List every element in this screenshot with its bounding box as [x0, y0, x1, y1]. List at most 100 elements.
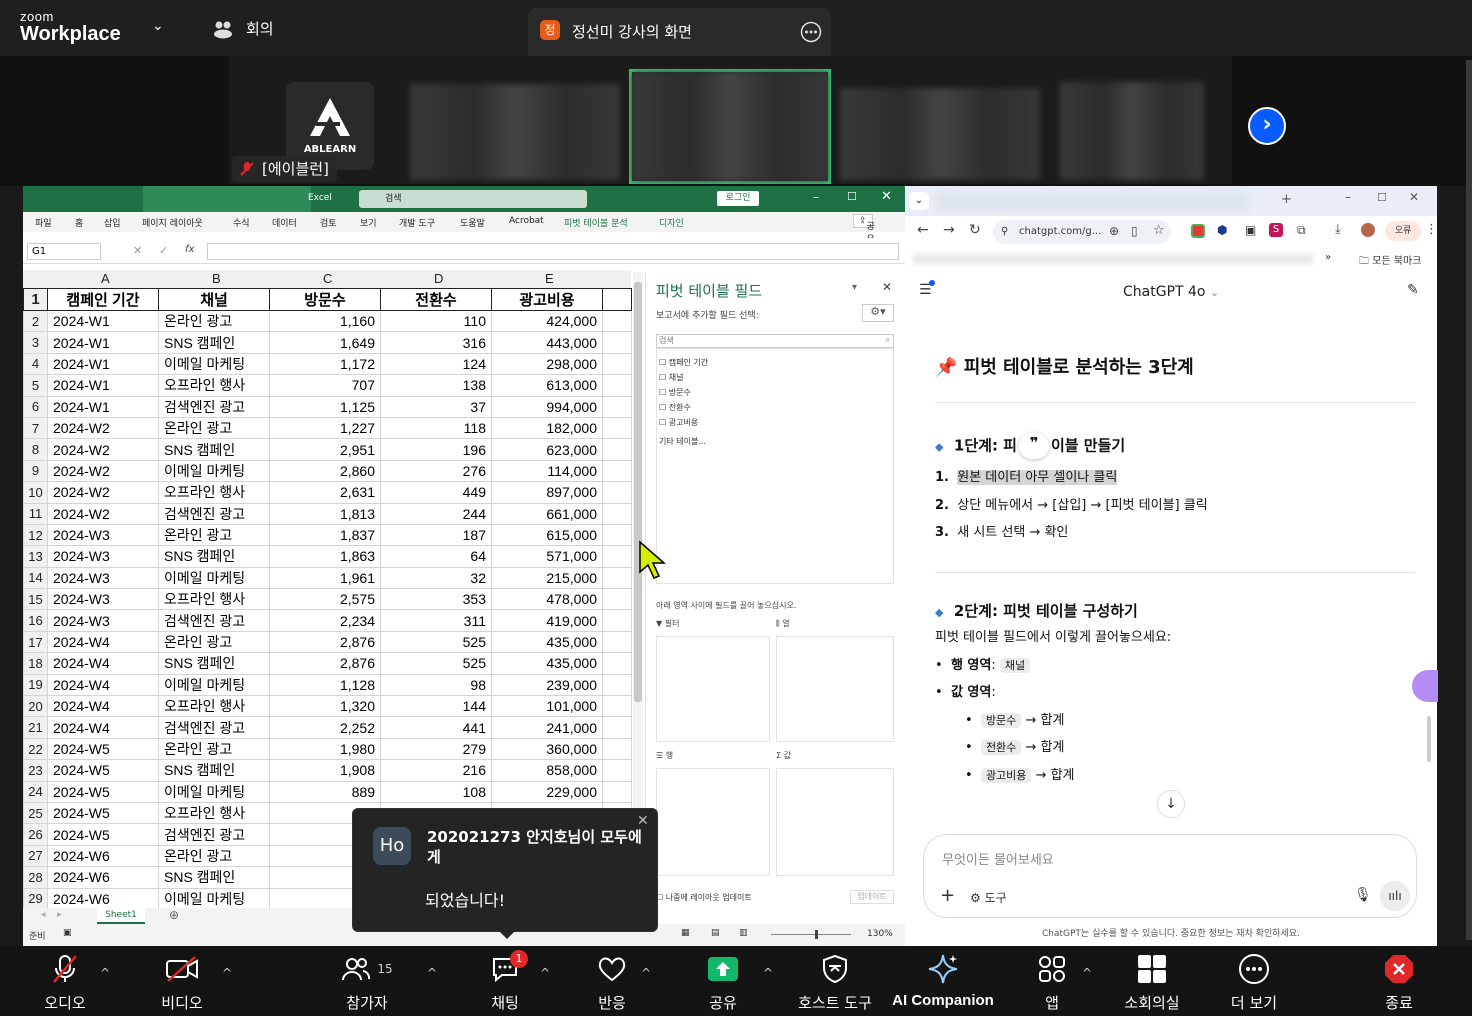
empty-cell[interactable]	[602, 523, 632, 547]
page-layout-icon[interactable]: ▤	[711, 928, 720, 938]
data-cell[interactable]: 2024-W6	[47, 887, 159, 910]
data-cell[interactable]: 229,000	[491, 780, 603, 803]
share-screen-button[interactable]: 공유	[668, 952, 778, 1013]
data-cell[interactable]: 571,000	[491, 545, 603, 568]
row-number[interactable]: 12	[23, 523, 48, 547]
more-options-icon[interactable]	[800, 21, 822, 43]
data-cell[interactable]: 118	[380, 416, 492, 440]
table-row[interactable]: 18 2024-W4 SNS 캠페인 2,876 525 435,000	[23, 652, 632, 675]
col-letter-b[interactable]: B	[212, 271, 221, 286]
data-cell[interactable]: 1,125	[269, 395, 381, 418]
extension-icon[interactable]: ▣	[1245, 223, 1256, 237]
row-number[interactable]: 24	[23, 780, 48, 803]
empty-cell[interactable]	[602, 695, 632, 718]
data-cell[interactable]: 1,160	[269, 309, 381, 333]
profile-avatar[interactable]	[1361, 223, 1375, 237]
data-cell[interactable]: 2,234	[269, 609, 381, 632]
data-cell[interactable]: 2,876	[269, 630, 381, 654]
data-cell[interactable]: 검색엔진 광고	[158, 609, 270, 632]
extension-icon[interactable]	[1191, 224, 1205, 238]
table-row[interactable]: 23 2024-W5 SNS 캠페인 1,908 216 858,000	[23, 759, 632, 782]
minimize-icon[interactable]: –	[813, 190, 819, 204]
data-cell[interactable]: 온라인 광고	[158, 309, 270, 333]
data-cell[interactable]: 이메일 마케팅	[158, 887, 270, 910]
table-row[interactable]: 17 2024-W4 온라인 광고 2,876 525 435,000	[23, 630, 632, 654]
empty-cell[interactable]	[602, 545, 632, 568]
row-number[interactable]: 29	[23, 887, 48, 910]
empty-cell[interactable]	[602, 309, 632, 333]
col-letter-a[interactable]: A	[101, 271, 110, 286]
data-cell[interactable]: 2,951	[269, 438, 381, 461]
empty-cell[interactable]	[602, 566, 632, 590]
data-cell[interactable]: SNS 캠페인	[158, 866, 270, 889]
data-cell[interactable]: 온라인 광고	[158, 416, 270, 440]
ribbon-tab-view[interactable]: 보기	[360, 216, 377, 229]
empty-cell[interactable]	[602, 673, 632, 697]
data-cell[interactable]: 1,320	[269, 695, 381, 718]
table-row[interactable]: 5 2024-W1 오프라인 행사 707 138 613,000	[23, 374, 632, 397]
data-cell[interactable]: 1,961	[269, 566, 381, 590]
columns-drop-area[interactable]	[776, 636, 894, 742]
table-row[interactable]: 4 2024-W1 이메일 마케팅 1,172 124 298,000	[23, 352, 632, 376]
field-item[interactable]: ☐ 광고비용	[657, 417, 893, 428]
data-cell[interactable]: 360,000	[491, 737, 603, 761]
data-cell[interactable]: 오프라인 행사	[158, 695, 270, 718]
data-cell[interactable]: 2024-W2	[47, 438, 159, 461]
data-cell[interactable]: 64	[380, 545, 492, 568]
normal-view-icon[interactable]: ▦	[681, 928, 690, 938]
data-cell[interactable]: 615,000	[491, 523, 603, 547]
data-cell[interactable]: 1,128	[269, 673, 381, 697]
data-cell[interactable]: 검색엔진 광고	[158, 395, 270, 418]
row-number[interactable]: 4	[23, 352, 48, 376]
data-cell[interactable]: 2024-W6	[47, 844, 159, 868]
row-number[interactable]: 27	[23, 844, 48, 868]
header-row[interactable]: 1 캠페인 기간 채널 방문수 전환수 광고비용	[23, 288, 632, 311]
data-cell[interactable]: 1,837	[269, 523, 381, 547]
reload-icon[interactable]: ↻	[969, 222, 981, 238]
row-number[interactable]: 19	[23, 673, 48, 697]
page-icon[interactable]: ▯	[1131, 224, 1138, 238]
data-cell[interactable]: 196	[380, 438, 492, 461]
new-tab-icon[interactable]: +	[1281, 192, 1292, 207]
table-row[interactable]: 21 2024-W4 검색엔진 광고 2,252 441 241,000	[23, 716, 632, 739]
data-cell[interactable]: 443,000	[491, 331, 603, 354]
ribbon-tab-formulas[interactable]: 수식	[233, 216, 250, 229]
forward-icon[interactable]: →	[943, 222, 955, 238]
header-cell[interactable]: 채널	[158, 288, 270, 311]
window-maximize-icon[interactable]: ☐	[1377, 191, 1387, 204]
data-cell[interactable]: 215,000	[491, 566, 603, 590]
data-cell[interactable]: 889	[269, 780, 381, 803]
ribbon-tab-pivot-analyze[interactable]: 피벗 테이블 분석	[564, 216, 628, 229]
data-cell[interactable]: 435,000	[491, 652, 603, 675]
ribbon-tab-review[interactable]: 검토	[320, 216, 337, 229]
data-cell[interactable]: 182,000	[491, 416, 603, 440]
table-row[interactable]: 22 2024-W5 온라인 광고 1,980 279 360,000	[23, 737, 632, 761]
table-row[interactable]: 19 2024-W4 이메일 마케팅 1,128 98 239,000	[23, 673, 632, 697]
col-letter-c[interactable]: C	[323, 271, 332, 286]
data-cell[interactable]: 이메일 마케팅	[158, 673, 270, 697]
ribbon-tab-acrobat[interactable]: Acrobat	[509, 216, 544, 226]
data-cell[interactable]: 2024-W2	[47, 416, 159, 440]
data-cell[interactable]: 2024-W3	[47, 545, 159, 568]
zoom-lens-icon[interactable]: ⊕	[1109, 224, 1119, 238]
empty-cell[interactable]	[602, 652, 632, 675]
row-number[interactable]: 9	[23, 459, 48, 483]
data-cell[interactable]: 525	[380, 630, 492, 654]
row-number[interactable]: 13	[23, 545, 48, 568]
data-cell[interactable]: 478,000	[491, 588, 603, 611]
row-number[interactable]: 11	[23, 502, 48, 525]
data-cell[interactable]: 검색엔진 광고	[158, 716, 270, 739]
data-cell[interactable]: 2024-W3	[47, 523, 159, 547]
empty-cell[interactable]	[602, 374, 632, 397]
data-cell[interactable]: 441	[380, 716, 492, 739]
participants-button[interactable]: 15 참가자	[312, 952, 422, 1013]
data-cell[interactable]: 1,227	[269, 416, 381, 440]
data-cell[interactable]: 1,980	[269, 737, 381, 761]
data-cell[interactable]: 707	[269, 374, 381, 397]
data-cell[interactable]: 2024-W4	[47, 716, 159, 739]
field-item[interactable]: ☐ 캠페인 기간	[657, 357, 893, 368]
data-cell[interactable]: SNS 캠페인	[158, 759, 270, 782]
table-row[interactable]: 16 2024-W3 검색엔진 광고 2,234 311 419,000	[23, 609, 632, 632]
empty-cell[interactable]	[602, 288, 632, 311]
data-cell[interactable]: 2024-W4	[47, 673, 159, 697]
